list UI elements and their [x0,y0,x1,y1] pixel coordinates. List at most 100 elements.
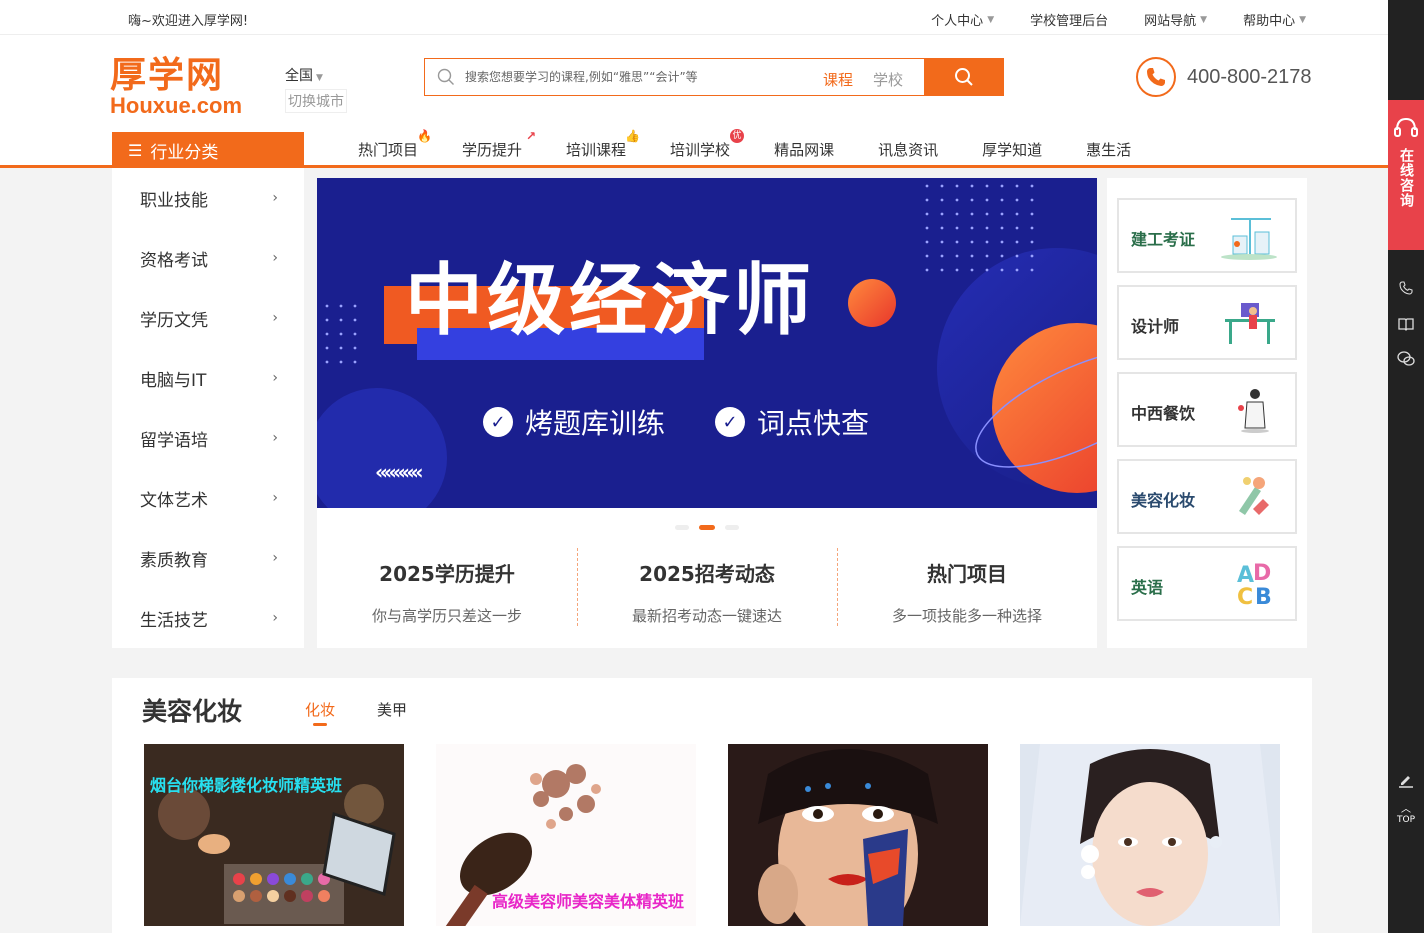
sidebar-item-label: 资格考试 [140,250,208,271]
sidebar-item-qualification[interactable]: 资格考试 › [112,228,304,288]
carousel-dot-active[interactable] [699,525,715,530]
nav-news[interactable]: 讯息资讯 [878,139,938,160]
online-consult-button[interactable]: 在线咨询 [1388,100,1424,250]
nav-hot-projects[interactable]: 热门项目 🔥 [358,129,432,160]
switch-city-button[interactable]: 切换城市 [285,89,347,113]
chevron-down-icon: ▼ [1200,14,1208,25]
check-icon: ✓ [483,407,513,437]
nav-label: 培训课程 [566,141,627,159]
phone-icon[interactable] [1396,278,1416,298]
course-caption: 高级美容师美容美体精英班 [492,892,685,911]
course-thumb[interactable] [1020,744,1280,926]
promo-degree[interactable]: 2025学历提升 你与高学历只差这一步 [317,538,577,648]
promo-hot[interactable]: 热门项目 多一项技能多一种选择 [837,538,1097,648]
search-type-school[interactable]: 学校 [873,69,903,90]
category-menu-button[interactable]: ☰ 行业分类 [112,132,304,168]
banner-feature-label: 词点快查 [757,407,870,440]
nav-qa[interactable]: 厚学知道 [982,139,1042,160]
sidebar-item-computer-it[interactable]: 电脑与IT › [112,348,304,408]
nav-online-courses[interactable]: 精品网课 [774,139,834,160]
cosmetics-illustration-icon [1239,477,1269,515]
chevron-right-icon: › [272,490,278,506]
sidebar-item-vocational[interactable]: 职业技能 › [112,168,304,228]
chevron-down-icon: ▼ [987,14,995,25]
edit-feedback-icon[interactable] [1396,770,1416,790]
hero-banner[interactable]: 中级经济师 ✓ 烤题库训练 ✓ 词点快查 ««««« [317,178,1097,508]
search-icon [954,68,973,86]
nav-label: 培训学校 [670,141,731,159]
tab-makeup[interactable]: 化妆 [305,699,335,726]
quick-card-catering[interactable]: 中西餐饮 [1117,372,1297,447]
chevron-down-icon: ▼ [316,73,323,83]
chevron-right-icon: › [272,550,278,566]
chevron-right-icon: › [272,430,278,446]
chevron-right-icon: › [272,310,278,326]
nav-degree[interactable]: 学历提升 ↗ [462,129,536,160]
back-to-top-button[interactable]: ︿ TOP [1392,800,1420,825]
banner-feature-label: 烤题库训练 [525,407,666,440]
wechat-icon[interactable] [1396,349,1416,369]
personal-center-label: 个人中心 [931,14,984,29]
chevron-right-icon: › [272,370,278,386]
promo-exams[interactable]: 2025招考动态 最新招考动态一键速达 [577,538,837,648]
sidebar-item-label: 文体艺术 [140,490,208,511]
sidebar-item-arts-sports[interactable]: 文体艺术 › [112,468,304,528]
promo-title: 2025招考动态 [639,562,775,586]
promo-subtitle: 多一项技能多一种选择 [891,607,1042,625]
quick-card-designer[interactable]: 设计师 [1117,285,1297,360]
quick-card-english[interactable]: 英语 ADCB [1117,546,1297,621]
designer-illustration-icon [1225,303,1275,344]
site-nav-link[interactable]: 网站导航 ▼ [1144,10,1207,29]
site-nav-label: 网站导航 [1144,14,1197,29]
thumbs-up-icon: 👍 [625,129,641,143]
search-icon [437,68,455,86]
chevron-right-icon: › [272,250,278,266]
category-sidebar: 职业技能 › 资格考试 › 学历文凭 › 电脑与IT › 留学语培 › 文体艺术 › 素质教… [112,168,304,648]
city-selector[interactable]: 全国 ▼ 切换城市 [285,65,347,113]
chevron-right-icon: › [272,190,278,206]
fire-icon: 🔥 [417,129,433,143]
quick-card-beauty[interactable]: 美容化妆 [1117,459,1297,534]
sidebar-item-label: 留学语培 [140,430,208,451]
logo[interactable]: 厚学网 Houxue.com [110,57,250,117]
sidebar-item-study-abroad[interactable]: 留学语培 › [112,408,304,468]
course-thumb[interactable]: 烟台你梯影楼化妆师精英班 [144,744,404,926]
nav-courses[interactable]: 培训课程 👍 [566,129,640,160]
quick-card-label: 中西餐饮 [1131,404,1196,423]
book-icon[interactable] [1396,314,1416,334]
promo-subtitle: 你与高学历只差这一步 [371,607,522,625]
search-type-course[interactable]: 课程 [823,69,853,90]
search-button[interactable] [924,59,1003,95]
carousel-dot[interactable] [725,525,739,530]
search-bar: 课程 学校 [424,58,1004,96]
chevron-right-icon: › [272,610,278,626]
course-thumb[interactable]: 高级美容师美容美体精英班 [436,744,696,926]
sidebar-item-life-skills[interactable]: 生活技艺 › [112,588,304,648]
search-input[interactable] [465,59,805,95]
course-caption: 烟台你梯影楼化妆师精英班 [150,776,343,795]
header: 厚学网 Houxue.com 全国▼ 切换城市 课程 学校 400-800-21… [0,35,1388,132]
tab-nails[interactable]: 美甲 [377,699,407,720]
svg-text:D: D [1253,561,1271,586]
nav-life[interactable]: 惠生活 [1086,139,1131,160]
bridal-portrait-image [1020,744,1280,926]
top-bar: 嗨~欢迎进入厚学网! 个人中心 ▼ 学校管理后台 网站导航 ▼ 帮助中心 ▼ [0,0,1388,35]
quick-category-panel: 建工考证 设计师 中西餐饮 美容化妆 英语 ADCB [1107,178,1307,648]
sidebar-item-label: 学历文凭 [140,310,208,331]
sidebar-item-diploma[interactable]: 学历文凭 › [112,288,304,348]
check-icon: ✓ [715,407,745,437]
nav-label: 精品网课 [774,141,835,159]
quick-card-construction[interactable]: 建工考证 [1117,198,1297,273]
quick-card-label: 设计师 [1131,317,1180,336]
nav-label: 厚学知道 [982,141,1043,159]
online-consult-label: 在线咨询 [1398,148,1414,208]
personal-center-link[interactable]: 个人中心 ▼ [931,10,994,29]
help-center-link[interactable]: 帮助中心 ▼ [1243,10,1306,29]
sidebar-item-label: 职业技能 [140,190,208,211]
sidebar-item-quality-edu[interactable]: 素质教育 › [112,528,304,588]
course-thumb[interactable] [728,744,988,926]
school-admin-link[interactable]: 学校管理后台 [1030,10,1108,29]
carousel-dot[interactable] [675,525,689,530]
phone-number: 400-800-2178 [1187,65,1312,88]
nav-schools[interactable]: 培训学校优 [670,129,745,160]
